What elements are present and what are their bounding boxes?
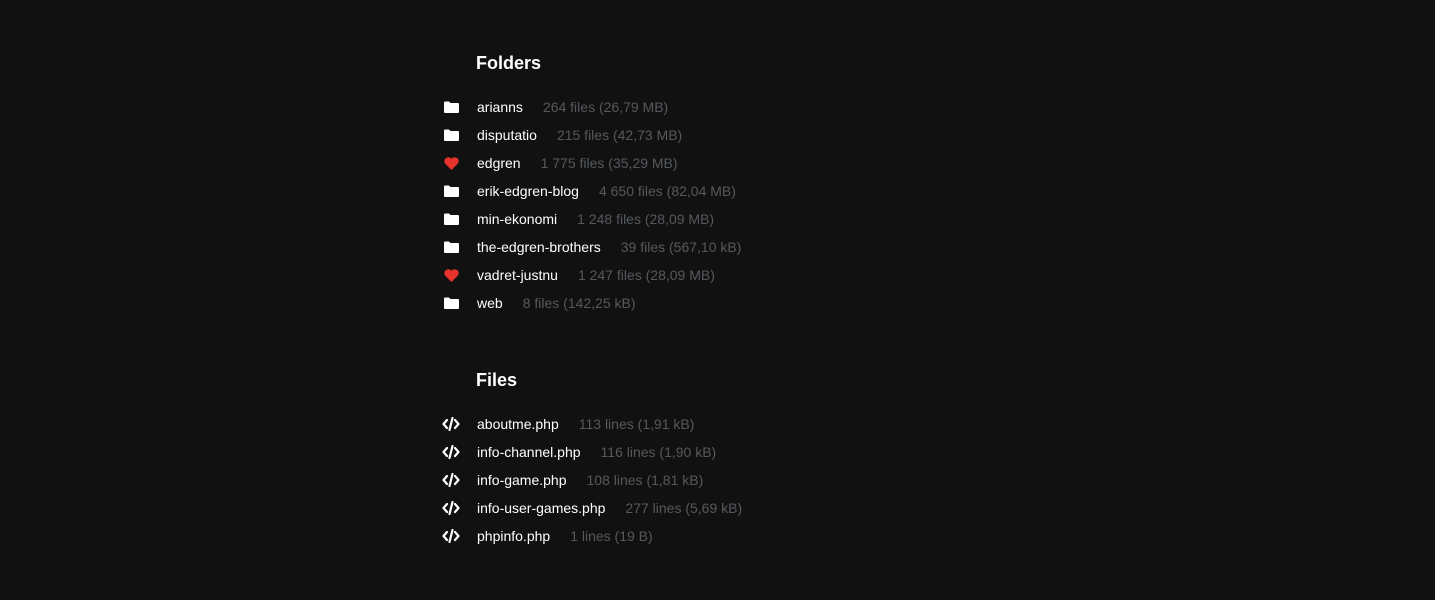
file-link[interactable]: info-user-games.php [477, 500, 605, 516]
file-link[interactable]: phpinfo.php [477, 528, 550, 544]
heart-icon [441, 155, 461, 171]
file-link[interactable]: aboutme.php [477, 416, 559, 432]
file-link[interactable]: info-game.php [477, 472, 567, 488]
list-item: info-user-games.php 277 lines (5,69 kB) [441, 494, 742, 522]
code-icon [441, 444, 461, 460]
folder-meta: 1 247 files (28,09 MB) [577, 267, 715, 283]
list-item: phpinfo.php 1 lines (19 B) [441, 522, 742, 550]
list-item: info-game.php 108 lines (1,81 kB) [441, 466, 742, 494]
folder-meta: 39 files (567,10 kB) [620, 239, 742, 255]
list-item: vadret-justnu 1 247 files (28,09 MB) [441, 261, 741, 289]
heart-icon [441, 267, 461, 283]
folder-link[interactable]: the-edgren-brothers [477, 239, 601, 255]
folder-link[interactable]: edgren [477, 155, 521, 171]
list-item: erik-edgren-blog 4 650 files (82,04 MB) [441, 177, 741, 205]
list-item: the-edgren-brothers 39 files (567,10 kB) [441, 233, 741, 261]
file-link[interactable]: info-channel.php [477, 444, 581, 460]
folder-meta: 8 files (142,25 kB) [522, 295, 636, 311]
folder-meta: 4 650 files (82,04 MB) [598, 183, 736, 199]
folder-icon [441, 239, 461, 255]
folder-list: arianns 264 files (26,79 MB) disputatio … [441, 93, 741, 317]
file-meta: 277 lines (5,69 kB) [625, 500, 743, 516]
folder-icon [441, 99, 461, 115]
folder-meta: 1 248 files (28,09 MB) [577, 211, 715, 227]
folder-link[interactable]: erik-edgren-blog [477, 183, 579, 199]
file-list: aboutme.php 113 lines (1,91 kB) info-cha… [441, 410, 742, 550]
folder-link[interactable]: vadret-justnu [477, 267, 558, 283]
folder-meta: 264 files (26,79 MB) [542, 99, 669, 115]
folder-link[interactable]: arianns [477, 99, 523, 115]
file-meta: 108 lines (1,81 kB) [586, 472, 704, 488]
file-meta: 113 lines (1,91 kB) [578, 416, 695, 432]
code-icon [441, 416, 461, 432]
files-heading: Files [476, 370, 518, 390]
file-meta: 1 lines (19 B) [570, 528, 653, 544]
code-icon [441, 472, 461, 488]
file-meta: 116 lines (1,90 kB) [600, 444, 717, 460]
list-item: min-ekonomi 1 248 files (28,09 MB) [441, 205, 741, 233]
list-item: arianns 264 files (26,79 MB) [441, 93, 741, 121]
folder-link[interactable]: min-ekonomi [477, 211, 557, 227]
folder-meta: 1 775 files (35,29 MB) [540, 155, 678, 171]
folders-heading: Folders [476, 53, 542, 73]
list-item: disputatio 215 files (42,73 MB) [441, 121, 741, 149]
folder-icon [441, 295, 461, 311]
list-item: web 8 files (142,25 kB) [441, 289, 741, 317]
code-icon [441, 500, 461, 516]
folder-link[interactable]: web [477, 295, 503, 311]
folder-link[interactable]: disputatio [477, 127, 537, 143]
code-icon [441, 528, 461, 544]
folder-icon [441, 183, 461, 199]
list-item: aboutme.php 113 lines (1,91 kB) [441, 410, 742, 438]
folder-icon [441, 127, 461, 143]
folder-icon [441, 211, 461, 227]
list-item: info-channel.php 116 lines (1,90 kB) [441, 438, 742, 466]
folder-meta: 215 files (42,73 MB) [556, 127, 683, 143]
list-item: edgren 1 775 files (35,29 MB) [441, 149, 741, 177]
